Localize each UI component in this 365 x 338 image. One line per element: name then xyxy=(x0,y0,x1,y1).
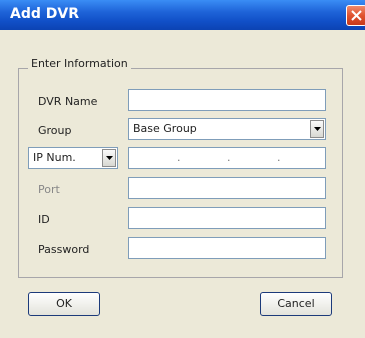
address-type-value: IP Num. xyxy=(33,151,76,164)
port-label: Port xyxy=(38,183,60,196)
group-select-value: Base Group xyxy=(133,122,197,135)
add-dvr-dialog: Add DVR Enter Information DVR Name Group… xyxy=(0,0,365,338)
password-label: Password xyxy=(38,243,90,256)
close-button[interactable] xyxy=(346,5,365,26)
ip-separator: . xyxy=(277,151,281,164)
window-title: Add DVR xyxy=(10,6,79,22)
group-dropdown-button[interactable] xyxy=(310,120,324,138)
dvr-name-input[interactable] xyxy=(128,89,326,111)
id-input[interactable] xyxy=(128,207,326,229)
id-label: ID xyxy=(38,213,50,226)
ip-separator: . xyxy=(227,151,231,164)
port-input[interactable] xyxy=(128,177,326,199)
group-label: Enter Information xyxy=(28,57,131,70)
password-input[interactable] xyxy=(128,237,326,259)
address-type-dropdown-button[interactable] xyxy=(102,149,116,167)
group-select[interactable]: Base Group xyxy=(128,118,326,140)
ip-address-input[interactable]: . . . xyxy=(128,147,326,169)
group-field-label: Group xyxy=(38,124,72,137)
address-type-select[interactable]: IP Num. xyxy=(28,147,118,169)
title-bar: Add DVR xyxy=(0,0,365,30)
cancel-button[interactable]: Cancel xyxy=(260,292,332,316)
dvr-name-label: DVR Name xyxy=(38,95,98,108)
ip-separator: . xyxy=(177,151,181,164)
ok-button[interactable]: OK xyxy=(28,292,100,316)
